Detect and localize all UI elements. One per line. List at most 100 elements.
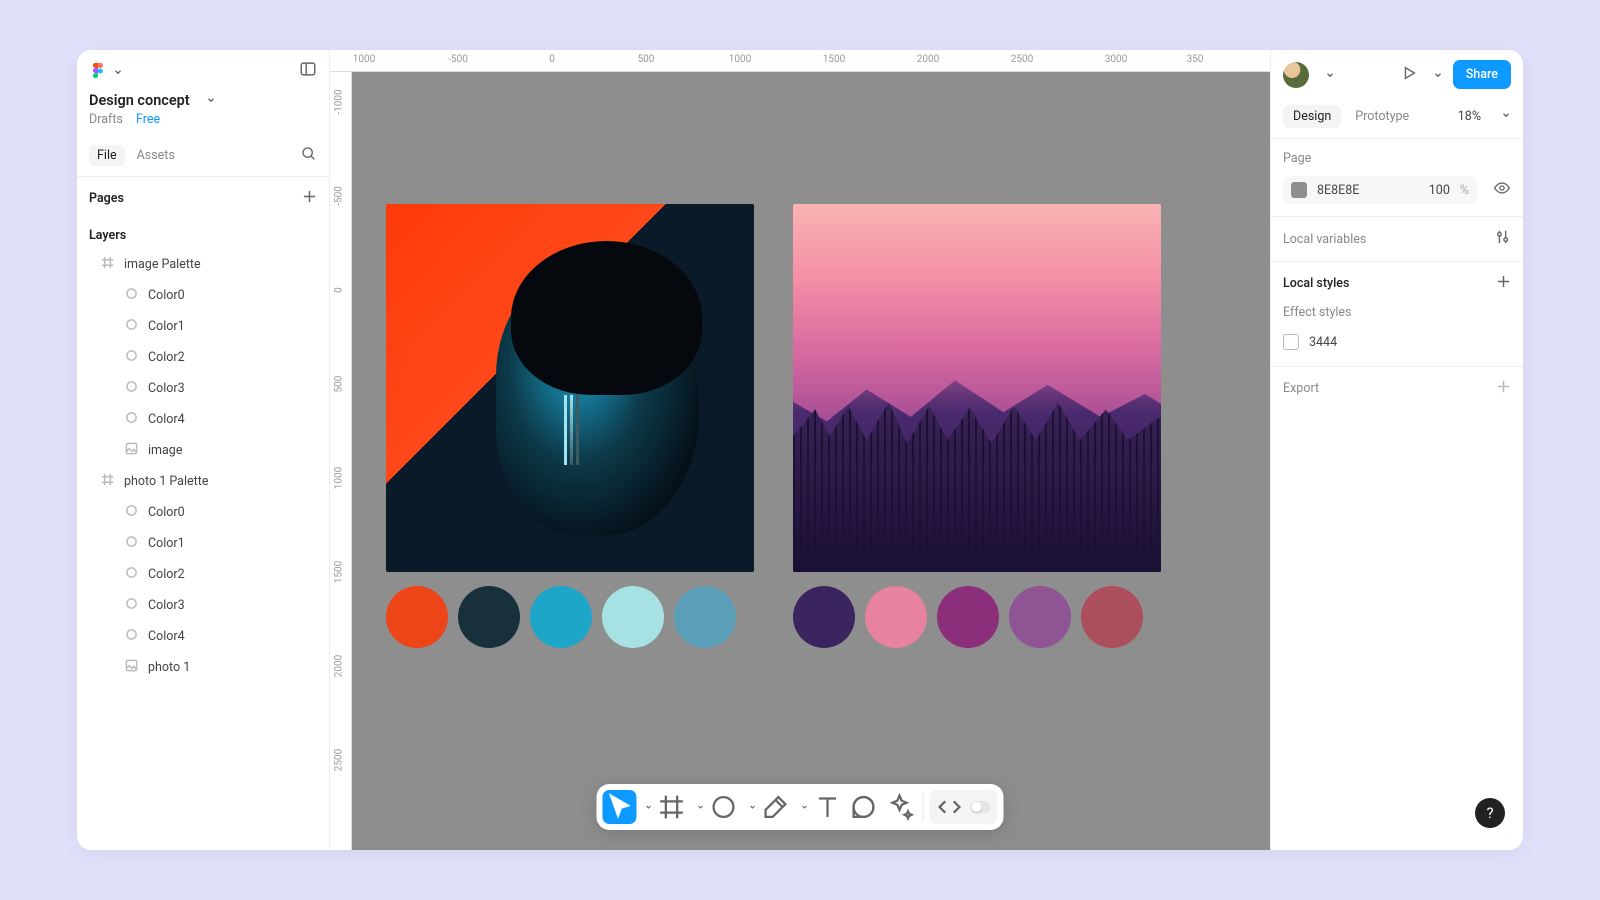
ruler-tick: 3000: [1105, 54, 1127, 65]
page-color-opacity: 100: [1429, 183, 1450, 198]
image-icon: [125, 659, 138, 676]
main-menu-button[interactable]: [89, 62, 123, 81]
color-swatch[interactable]: [602, 586, 664, 648]
page-color-hex: 8E8E8E: [1317, 183, 1359, 198]
settings-sliders-icon[interactable]: [1495, 229, 1511, 249]
search-icon[interactable]: [300, 145, 317, 166]
page-background-field[interactable]: 8E8E8E 100 %: [1283, 176, 1477, 204]
frame-tool[interactable]: [655, 790, 689, 824]
canvas[interactable]: [352, 72, 1270, 850]
help-button[interactable]: ?: [1475, 798, 1505, 828]
ruler-tick: 0: [334, 275, 345, 305]
layer-name: Color4: [148, 412, 185, 427]
right-panel: Share Design Prototype 18% Page 8E8E8E 1…: [1270, 50, 1523, 850]
artboard-image-palette[interactable]: [386, 204, 754, 648]
export-label[interactable]: Export: [1283, 381, 1319, 396]
layer-item[interactable]: Color4: [77, 621, 329, 652]
layer-item[interactable]: Color1: [77, 311, 329, 342]
tab-design[interactable]: Design: [1283, 105, 1341, 128]
layer-item[interactable]: Color0: [77, 280, 329, 311]
canvas-image-1[interactable]: [386, 204, 754, 572]
color-swatch[interactable]: [793, 586, 855, 648]
chevron-down-icon[interactable]: [1495, 109, 1511, 124]
drafts-link[interactable]: Drafts: [89, 112, 123, 127]
add-style-button[interactable]: [1496, 274, 1511, 293]
user-avatar[interactable]: [1283, 62, 1309, 88]
image-icon: [125, 442, 138, 459]
layer-name: Color3: [148, 381, 185, 396]
ellipse-icon: [125, 349, 138, 366]
shape-tool[interactable]: [707, 790, 741, 824]
visibility-toggle-icon[interactable]: [1485, 179, 1511, 201]
layer-item[interactable]: image Palette: [77, 249, 329, 280]
pen-tool-menu[interactable]: [795, 802, 809, 812]
color-swatch[interactable]: [937, 586, 999, 648]
artboard-photo1-palette[interactable]: [793, 204, 1161, 648]
shape-tool-menu[interactable]: [743, 802, 757, 812]
frame-tool-menu[interactable]: [691, 802, 705, 812]
layer-item[interactable]: Color0: [77, 497, 329, 528]
dev-mode-toggle[interactable]: [933, 790, 967, 824]
ruler-tick: 350: [1187, 54, 1204, 65]
ruler-tick: 1500: [823, 54, 845, 65]
pen-tool[interactable]: [759, 790, 793, 824]
color-swatch[interactable]: [530, 586, 592, 648]
move-tool[interactable]: [603, 790, 637, 824]
chevron-down-icon[interactable]: [1319, 65, 1335, 84]
actions-tool[interactable]: [883, 790, 917, 824]
ellipse-icon: [125, 287, 138, 304]
add-page-button[interactable]: [302, 189, 317, 208]
ruler-tick: 2500: [334, 745, 345, 775]
ruler-tick: 1000: [353, 54, 375, 65]
color-swatch[interactable]: [1009, 586, 1071, 648]
layer-item[interactable]: Color3: [77, 590, 329, 621]
ruler-tick: -500: [334, 181, 345, 211]
local-variables-label[interactable]: Local variables: [1283, 232, 1366, 247]
plan-badge[interactable]: Free: [136, 112, 160, 127]
present-button[interactable]: [1401, 65, 1417, 85]
zoom-level[interactable]: 18%: [1458, 109, 1481, 124]
layer-item[interactable]: image: [77, 435, 329, 466]
layer-item[interactable]: Color2: [77, 342, 329, 373]
color-swatch[interactable]: [865, 586, 927, 648]
chevron-down-icon[interactable]: [1427, 65, 1443, 84]
color-swatch[interactable]: [458, 586, 520, 648]
color-swatch[interactable]: [674, 586, 736, 648]
palette-2-swatches: [793, 586, 1161, 648]
effect-style-item[interactable]: 3444: [1283, 330, 1511, 354]
layer-name: image: [148, 443, 182, 458]
palette-1-swatches: [386, 586, 754, 648]
ruler-tick: 0: [549, 54, 555, 65]
layer-item[interactable]: Color3: [77, 373, 329, 404]
layer-item[interactable]: Color2: [77, 559, 329, 590]
tab-prototype[interactable]: Prototype: [1355, 109, 1409, 124]
canvas-image-2[interactable]: [793, 204, 1161, 572]
share-button[interactable]: Share: [1453, 60, 1511, 89]
layer-item[interactable]: photo 1 Palette: [77, 466, 329, 497]
layer-item[interactable]: Color4: [77, 404, 329, 435]
ruler-tick: -1000: [334, 87, 345, 117]
effect-style-name: 3444: [1309, 335, 1337, 350]
effect-styles-label: Effect styles: [1283, 305, 1511, 320]
local-styles-label: Local styles: [1283, 276, 1349, 291]
move-tool-menu[interactable]: [639, 802, 653, 812]
layer-name: Color2: [148, 350, 185, 365]
layer-item[interactable]: photo 1: [77, 652, 329, 683]
tab-assets[interactable]: Assets: [137, 148, 175, 163]
layer-name: Color2: [148, 567, 185, 582]
tab-file[interactable]: File: [89, 145, 125, 166]
color-swatch[interactable]: [1081, 586, 1143, 648]
layer-name: image Palette: [124, 257, 201, 272]
text-tool[interactable]: [811, 790, 845, 824]
panel-toggle-icon[interactable]: [299, 60, 317, 82]
add-export-button[interactable]: [1496, 379, 1511, 398]
color-swatch[interactable]: [386, 586, 448, 648]
dev-mode-switch[interactable]: [971, 801, 991, 813]
color-swatch-icon: [1291, 182, 1307, 198]
layer-item[interactable]: Color1: [77, 528, 329, 559]
toolbar: [597, 784, 1004, 830]
ruler-tick: 1000: [334, 463, 345, 493]
layer-name: Color0: [148, 505, 185, 520]
project-title[interactable]: Design concept: [89, 92, 317, 109]
comment-tool[interactable]: [847, 790, 881, 824]
